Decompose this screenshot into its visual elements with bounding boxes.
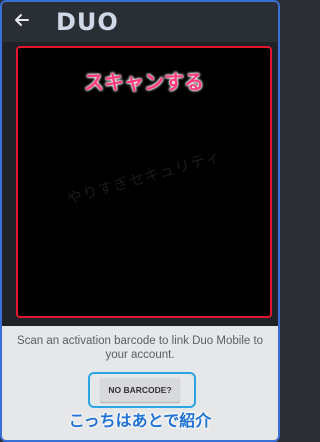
scan-annotation: スキャンする (84, 72, 204, 94)
phone-screen: DUO スキャンする やりすぎセキュリティ Scan an activation… (0, 0, 280, 442)
camera-viewfinder: スキャンする やりすぎセキュリティ (2, 42, 278, 326)
scan-frame: スキャンする やりすぎセキュリティ (16, 46, 272, 318)
bottom-annotation: こっちはあとで紹介 (68, 413, 212, 430)
arrow-left-icon (14, 12, 30, 33)
watermark-text: やりすぎセキュリティ (65, 147, 224, 208)
instruction-text: Scan an activation barcode to link Duo M… (16, 335, 264, 361)
app-bar: DUO (2, 2, 278, 42)
back-button[interactable] (10, 10, 34, 34)
bottom-panel: Scan an activation barcode to link Duo M… (2, 326, 278, 440)
duo-logo: DUO (56, 8, 119, 36)
no-barcode-button[interactable]: NO BARCODE? (100, 378, 180, 402)
